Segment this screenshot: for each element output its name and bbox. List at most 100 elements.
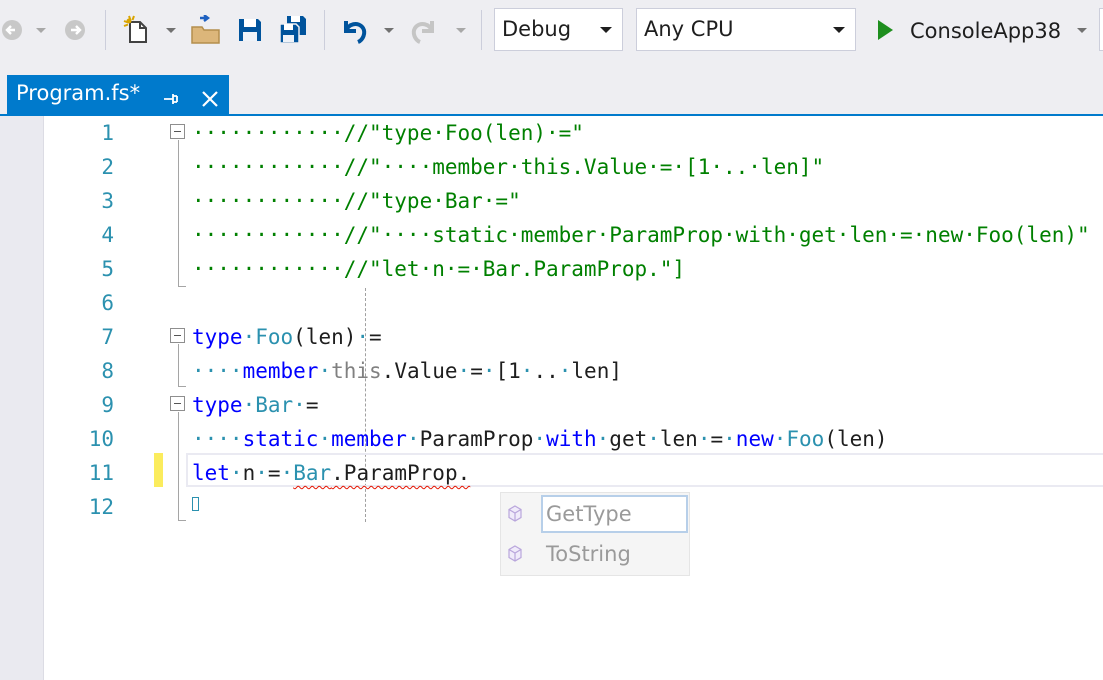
collapse-icon[interactable] [170, 124, 185, 139]
line-number: 9 [101, 393, 114, 417]
completion-item[interactable]: ToString [501, 533, 689, 573]
back-dropdown-icon[interactable] [34, 10, 48, 50]
line-number: 3 [101, 189, 114, 213]
platform-dropdown[interactable]: Any CPU [636, 8, 856, 51]
end-of-line-marker [192, 497, 199, 511]
code-token: member [242, 359, 319, 383]
tab-program-fs[interactable]: Program.fs* [7, 75, 229, 116]
code-token: .. [533, 359, 559, 383]
code-line[interactable]: ············//"type·Foo(len)·=" [192, 116, 584, 150]
code-token: Foo [786, 427, 825, 451]
run-icon[interactable] [872, 10, 898, 50]
code-token: · [406, 427, 420, 451]
code-token: Foo [255, 325, 294, 349]
save-icon[interactable] [234, 10, 266, 50]
new-project-dropdown-icon[interactable] [164, 10, 178, 50]
code-line[interactable]: ············//"type·Bar·=" [192, 184, 521, 218]
code-token: ············//"let·n·=·Bar.ParamProp."] [192, 257, 686, 281]
completion-list[interactable]: GetType ToString [500, 492, 690, 576]
code-token: · [533, 427, 547, 451]
outline-end [178, 286, 186, 287]
redo-icon[interactable] [408, 10, 442, 50]
code-line[interactable]: ····static·member·ParamProp·with·get·len… [192, 422, 888, 456]
completion-item-label: ToString [546, 542, 631, 566]
code-line[interactable]: ····member·this.Value·=·[1·..·len] [192, 354, 622, 388]
chevron-down-icon [600, 27, 612, 33]
start-debugging-button[interactable]: ConsoleApp38 [910, 16, 1061, 46]
configuration-value: Debug [502, 17, 572, 41]
code-token: ParamProp [419, 427, 534, 451]
undo-dropdown-icon[interactable] [382, 10, 396, 50]
unsaved-change-marker [154, 453, 163, 487]
save-all-icon[interactable] [276, 10, 310, 50]
line-number: 10 [88, 427, 114, 451]
code-token: new [735, 427, 774, 451]
code-token: ···· [192, 427, 243, 451]
code-token: · [318, 427, 332, 451]
completion-item[interactable]: GetType [501, 493, 689, 533]
code-token: get [609, 427, 648, 451]
code-token: · [293, 393, 306, 417]
configuration-dropdown[interactable]: Debug [494, 8, 623, 51]
tab-title: Program.fs* [16, 81, 141, 105]
line-number: 5 [101, 257, 114, 281]
pin-icon[interactable] [161, 83, 179, 120]
code-token: ············//"····member·this.Value·=·[… [192, 155, 825, 179]
code-token: ············//"type·Bar·=" [192, 189, 521, 213]
code-token: · [242, 325, 256, 349]
code-token: · [318, 359, 332, 383]
redo-dropdown-icon[interactable] [454, 10, 468, 50]
code-token: · [723, 427, 736, 451]
code-token: · [229, 461, 243, 485]
collapse-icon[interactable] [170, 328, 185, 343]
close-icon[interactable] [201, 83, 219, 120]
code-token: .Value [381, 359, 458, 383]
line-number: 6 [101, 291, 114, 315]
code-token: · [356, 325, 370, 349]
code-token: · [558, 359, 572, 383]
code-token: = [267, 461, 281, 485]
code-token: with [546, 427, 597, 451]
toolbar-separator [324, 10, 325, 50]
code-token: = [369, 325, 382, 349]
code-editor[interactable]: 1 2 3 4 5 6 7 8 9 10 11 12 ············//"type·Foo(… [0, 116, 1103, 680]
outline-line [178, 140, 179, 286]
line-number: 4 [101, 223, 114, 247]
start-dropdown-icon[interactable] [1074, 10, 1090, 50]
code-token: Bar [255, 393, 294, 417]
code-token: · [773, 427, 787, 451]
code-token: · [697, 427, 711, 451]
toolbar-combo-partial[interactable] [1099, 8, 1103, 51]
code-token: · [520, 359, 534, 383]
code-token: · [255, 461, 268, 485]
outline-line [178, 412, 179, 520]
code-token: · [596, 427, 610, 451]
code-line[interactable]: type·Foo(len)·= [192, 320, 382, 354]
code-token: · [457, 359, 471, 383]
method-cube-icon [507, 545, 523, 566]
code-line[interactable]: ············//"let·n·=·Bar.ParamProp."] [192, 252, 685, 286]
line-number: 7 [101, 325, 114, 349]
undo-icon[interactable] [336, 10, 370, 50]
open-folder-icon[interactable] [188, 10, 224, 50]
outline-end [178, 520, 186, 521]
line-number: 8 [101, 359, 114, 383]
code-line[interactable]: type·Bar·= [192, 388, 318, 422]
outline-line [178, 344, 179, 386]
code-token: · [242, 393, 256, 417]
back-icon[interactable] [0, 10, 24, 50]
toolbar-separator [481, 10, 482, 50]
code-line[interactable]: ············//"····static·member·ParamPr… [192, 218, 1090, 252]
code-line[interactable]: let·n·=·Bar.ParamProp. [192, 456, 470, 490]
code-token: ···· [192, 359, 243, 383]
code-line[interactable]: ············//"····member·this.Value·=·[… [192, 150, 824, 184]
collapse-icon[interactable] [170, 396, 185, 411]
new-project-icon[interactable] [120, 10, 154, 50]
code-token: ············//"····static·member·ParamPr… [192, 223, 1090, 247]
code-token: · [482, 359, 496, 383]
code-token: = [470, 359, 483, 383]
forward-icon[interactable] [62, 10, 88, 50]
code-token: ············//"type·Foo(len)·=" [192, 121, 584, 145]
code-token: type [192, 393, 243, 417]
code-token: = [305, 393, 319, 417]
